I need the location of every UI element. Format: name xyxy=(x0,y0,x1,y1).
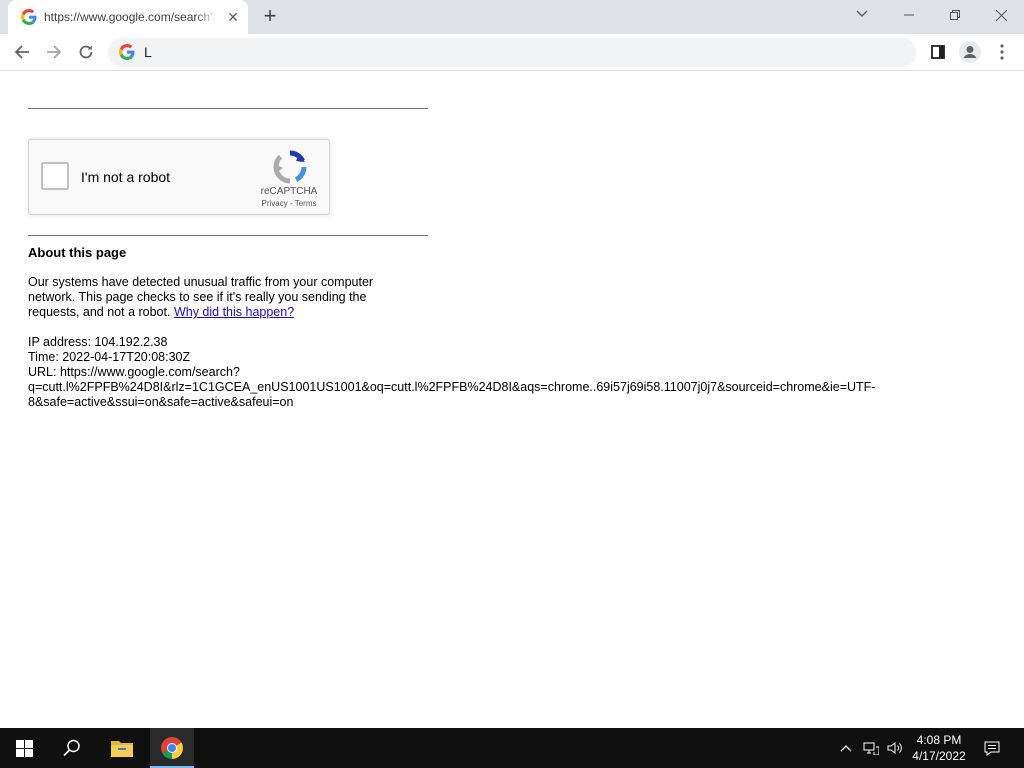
request-info: IP address: 104.192.2.38 Time: 2022-04-1… xyxy=(28,335,928,410)
why-link[interactable]: Why did this happen? xyxy=(174,305,294,319)
about-text: Our systems have detected unusual traffi… xyxy=(28,275,408,320)
url-line: URL: https://www.google.com/search? xyxy=(28,365,240,379)
search-icon[interactable] xyxy=(48,728,96,768)
google-g-icon xyxy=(21,9,37,25)
recaptcha-brand: reCAPTCHA xyxy=(260,186,318,197)
side-panel-icon[interactable] xyxy=(924,38,952,66)
recaptcha-label: I'm not a robot xyxy=(81,169,171,185)
privacy-link[interactable]: Privacy xyxy=(262,199,288,208)
clock-date: 4/17/2022 xyxy=(912,749,966,763)
menu-dots-icon[interactable] xyxy=(988,38,1016,66)
tab-strip: https://www.google.com/search?q=cutt.l ✕… xyxy=(0,0,1024,34)
chrome-icon[interactable] xyxy=(150,728,194,768)
url-line: q=cutt.l%2FPFB%24D8I&rlz=1C1GCEA_enUS100… xyxy=(28,380,876,394)
network-icon[interactable] xyxy=(860,728,882,768)
ip-address: IP address: 104.192.2.38 xyxy=(28,335,168,349)
url-line: 8&safe=active&ssui=on&safe=active&safeui… xyxy=(28,395,294,409)
tab-close-icon[interactable]: ✕ xyxy=(223,7,243,27)
reload-icon[interactable] xyxy=(72,38,100,66)
profile-icon[interactable] xyxy=(956,38,984,66)
browser-toolbar: L xyxy=(0,34,1024,71)
address-bar-text[interactable]: L xyxy=(144,44,152,60)
forward-arrow-icon[interactable] xyxy=(40,38,68,66)
divider xyxy=(28,235,428,236)
tab-title: https://www.google.com/search?q=cutt.l xyxy=(44,10,216,26)
divider xyxy=(28,108,428,109)
windows-start-icon[interactable] xyxy=(0,728,48,768)
about-heading: About this page xyxy=(28,245,127,260)
browser-tab[interactable]: https://www.google.com/search?q=cutt.l ✕ xyxy=(8,0,248,34)
links-separator: - xyxy=(287,199,295,208)
restore-icon[interactable] xyxy=(932,0,978,30)
back-arrow-icon[interactable] xyxy=(8,38,36,66)
notifications-icon[interactable] xyxy=(980,728,1004,768)
taskbar: 4:08 PM 4/17/2022 xyxy=(0,728,1024,768)
address-bar[interactable]: L xyxy=(108,38,916,67)
terms-link[interactable]: Terms xyxy=(295,199,317,208)
recaptcha-links: Privacy - Terms xyxy=(251,199,327,208)
recaptcha-widget: I'm not a robot reCAPTCHA Privacy - Term… xyxy=(28,139,330,215)
minimize-icon[interactable] xyxy=(886,0,932,30)
close-icon[interactable] xyxy=(978,0,1024,30)
timestamp: Time: 2022-04-17T20:08:30Z xyxy=(28,350,191,364)
file-explorer-icon[interactable] xyxy=(98,728,146,768)
tab-search-icon[interactable] xyxy=(850,4,874,24)
new-tab-button[interactable]: + xyxy=(258,5,282,29)
google-g-icon xyxy=(119,44,135,60)
chevron-up-icon[interactable] xyxy=(836,728,856,768)
page-content: I'm not a robot reCAPTCHA Privacy - Term… xyxy=(0,71,1024,728)
system-clock[interactable]: 4:08 PM 4/17/2022 xyxy=(900,732,978,764)
recaptcha-checkbox[interactable] xyxy=(41,162,69,190)
recaptcha-logo-icon xyxy=(273,150,307,184)
clock-time: 4:08 PM xyxy=(916,733,962,747)
